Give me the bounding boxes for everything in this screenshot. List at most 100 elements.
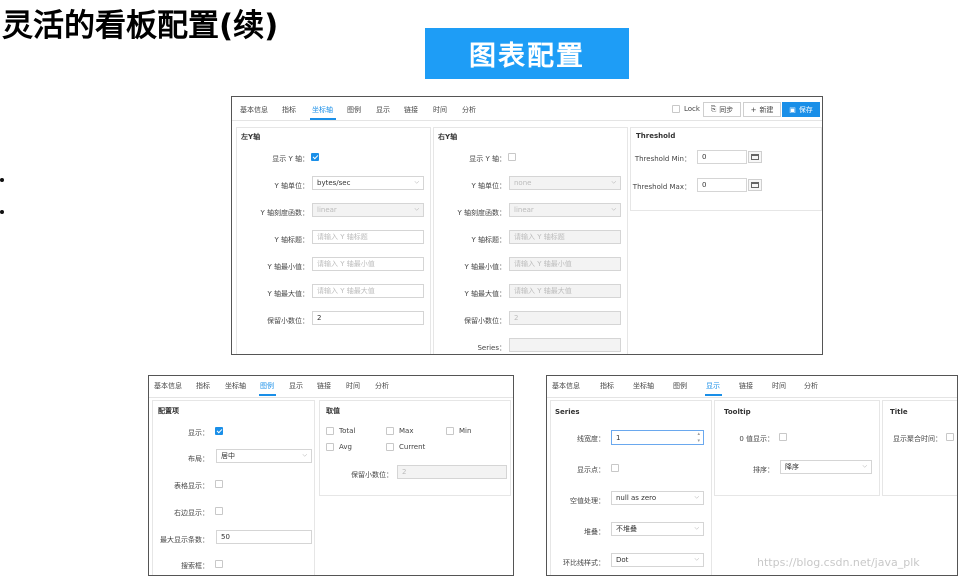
threshold-min-input[interactable]: 0 <box>697 150 747 164</box>
threshold-max-label: Threshold Max： <box>632 183 691 191</box>
display-config-panel: 基本信息 指标 坐标轴 图例 显示 链接 时间 分析 Series 线宽度： 1… <box>546 375 958 576</box>
right-decimals-input[interactable]: 2 <box>509 311 621 325</box>
tab-metrics[interactable]: 指标 <box>196 381 210 391</box>
left-max-input[interactable]: 请输入 Y 轴最大值 <box>312 284 424 298</box>
tab-analysis[interactable]: 分析 <box>804 381 818 391</box>
tab-display[interactable]: 显示 <box>376 105 390 115</box>
sync-button[interactable]: ⎘ 同步 <box>703 102 741 117</box>
right-unit-select[interactable]: none ⌵ <box>509 176 621 190</box>
tab-axes[interactable]: 坐标轴 <box>225 381 246 391</box>
right-decimals-label: 保留小数位： <box>464 317 506 325</box>
series-title: Series <box>555 408 580 416</box>
bullet-dot <box>0 210 4 214</box>
right-min-input[interactable]: 请输入 Y 轴最小值 <box>509 257 621 271</box>
sort-label: 排序： <box>753 466 774 474</box>
right-show-y-checkbox[interactable] <box>508 153 516 161</box>
threshold-min-label: Threshold Min： <box>634 155 691 163</box>
right-scale-select[interactable]: linear ⌵ <box>509 203 621 217</box>
max-label: Max <box>399 427 414 435</box>
legend-layout-label: 布局： <box>188 455 209 463</box>
tab-basic-info[interactable]: 基本信息 <box>552 381 580 391</box>
plus-icon: + <box>750 105 757 114</box>
sync-icon: ⎘ <box>710 105 717 113</box>
zero-display-label: 0 值显示： <box>739 435 774 443</box>
max-checkbox[interactable] <box>386 427 394 435</box>
min-checkbox[interactable] <box>446 427 454 435</box>
threshold-title: Threshold <box>636 132 676 140</box>
chevron-down-icon: ⌵ <box>611 178 616 186</box>
show-points-checkbox[interactable] <box>611 464 619 472</box>
tab-legend[interactable]: 图例 <box>347 105 361 115</box>
threshold-min-picker-icon[interactable] <box>748 151 762 163</box>
tab-links[interactable]: 链接 <box>739 381 753 391</box>
stack-label: 堆叠： <box>584 528 605 536</box>
tab-axes[interactable]: 坐标轴 <box>312 105 333 115</box>
total-label: Total <box>339 427 356 435</box>
tab-basic-info[interactable]: 基本信息 <box>240 105 268 115</box>
legend-search-label: 搜索框： <box>181 562 209 570</box>
watermark: https://blog.csdn.net/java_plk <box>757 556 920 569</box>
threshold-max-input[interactable]: 0 <box>697 178 747 192</box>
tab-basic-info[interactable]: 基本信息 <box>154 381 182 391</box>
stack-select[interactable]: 不堆叠 ⌵ <box>611 522 704 536</box>
tab-display[interactable]: 显示 <box>289 381 303 391</box>
lock-checkbox[interactable] <box>672 105 680 113</box>
axis-config-panel: 基本信息 指标 坐标轴 图例 显示 链接 时间 分析 Lock ⎘ 同步 + 新建 … <box>231 96 823 355</box>
left-show-y-checkbox[interactable] <box>311 153 319 161</box>
show-agg-time-checkbox[interactable] <box>946 433 954 441</box>
total-checkbox[interactable] <box>326 427 334 435</box>
left-min-input[interactable]: 请输入 Y 轴最小值 <box>312 257 424 271</box>
tab-display[interactable]: 显示 <box>706 381 720 391</box>
ring-style-select[interactable]: Dot ⌵ <box>611 553 704 567</box>
legend-right-label: 右边显示： <box>174 509 209 517</box>
legend-max-input[interactable]: 50 <box>216 530 312 544</box>
legend-layout-select[interactable]: 居中 ⌵ <box>216 449 312 463</box>
left-unit-select[interactable]: bytes/sec ⌵ <box>312 176 424 190</box>
new-button[interactable]: + 新建 <box>743 102 781 117</box>
tab-analysis[interactable]: 分析 <box>375 381 389 391</box>
right-max-input[interactable]: 请输入 Y 轴最大值 <box>509 284 621 298</box>
left-title-label: Y 轴标题： <box>274 236 309 244</box>
tab-analysis[interactable]: 分析 <box>462 105 476 115</box>
threshold-max-picker-icon[interactable] <box>748 179 762 191</box>
current-checkbox[interactable] <box>386 443 394 451</box>
tab-time[interactable]: 时间 <box>433 105 447 115</box>
legend-right-checkbox[interactable] <box>215 507 223 515</box>
right-title-label: Y 轴标题： <box>471 236 506 244</box>
line-width-input[interactable]: 1 ▴ ▾ <box>611 430 704 445</box>
save-icon: ▣ <box>789 105 796 114</box>
tab-legend[interactable]: 图例 <box>673 381 687 391</box>
legend-table-checkbox[interactable] <box>215 480 223 488</box>
save-button[interactable]: ▣ 保存 <box>782 102 820 117</box>
right-title-input[interactable]: 请输入 Y 轴标题 <box>509 230 621 244</box>
tab-legend[interactable]: 图例 <box>260 381 274 391</box>
series-section <box>550 400 712 575</box>
avg-checkbox[interactable] <box>326 443 334 451</box>
tab-links[interactable]: 链接 <box>317 381 331 391</box>
left-decimals-input[interactable]: 2 <box>312 311 424 325</box>
active-tab-indicator <box>310 118 336 120</box>
tab-metrics[interactable]: 指标 <box>282 105 296 115</box>
legend-decimals-input[interactable]: 2 <box>397 465 507 479</box>
legend-show-label: 显示： <box>188 429 209 437</box>
stepper-icon[interactable]: ▴ ▾ <box>697 431 700 444</box>
tab-time[interactable]: 时间 <box>772 381 786 391</box>
right-series-select[interactable] <box>509 338 621 352</box>
left-title-input[interactable]: 请输入 Y 轴标题 <box>312 230 424 244</box>
left-scale-select[interactable]: linear ⌵ <box>312 203 424 217</box>
zero-display-checkbox[interactable] <box>779 433 787 441</box>
tab-time[interactable]: 时间 <box>346 381 360 391</box>
legend-show-checkbox[interactable] <box>215 427 223 435</box>
tab-axes[interactable]: 坐标轴 <box>633 381 654 391</box>
legend-table-label: 表格显示： <box>174 482 209 490</box>
legend-search-checkbox[interactable] <box>215 560 223 568</box>
legend-config-title: 配置项 <box>158 407 179 415</box>
tab-bar: 基本信息 指标 坐标轴 图例 显示 链接 时间 分析 <box>149 376 513 398</box>
tab-links[interactable]: 链接 <box>404 105 418 115</box>
chevron-down-icon: ⌵ <box>414 178 419 186</box>
null-handling-select[interactable]: null as zero ⌵ <box>611 491 704 505</box>
sort-select[interactable]: 降序 ⌵ <box>780 460 872 474</box>
chevron-down-icon: ⌵ <box>694 555 699 563</box>
tab-metrics[interactable]: 指标 <box>600 381 614 391</box>
legend-decimals-label: 保留小数位： <box>351 471 393 479</box>
